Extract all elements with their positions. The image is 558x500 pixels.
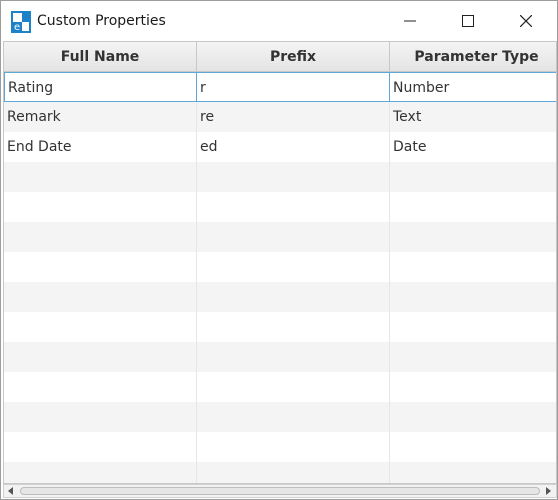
- table-row[interactable]: [4, 312, 556, 342]
- table-row[interactable]: [4, 462, 556, 483]
- minimize-button[interactable]: [387, 1, 433, 41]
- table-row[interactable]: [4, 402, 556, 432]
- table-row[interactable]: [4, 342, 556, 372]
- empty-cell[interactable]: [4, 252, 197, 282]
- column-header-parameter-type[interactable]: Parameter Type: [390, 42, 556, 72]
- custom-properties-window: e Custom Properties Full Name Prefix Par…: [0, 0, 558, 500]
- empty-cell[interactable]: [390, 282, 556, 312]
- empty-cell[interactable]: [390, 192, 556, 222]
- empty-cell[interactable]: [390, 162, 556, 192]
- table-row[interactable]: [4, 432, 556, 462]
- column-header-full-name[interactable]: Full Name: [4, 42, 197, 72]
- empty-cell[interactable]: [197, 282, 390, 312]
- close-icon: [520, 15, 532, 27]
- scrollbar-thumb[interactable]: [20, 487, 540, 495]
- empty-cell[interactable]: [197, 402, 390, 432]
- table-row[interactable]: [4, 222, 556, 252]
- table-row[interactable]: Rating r Number: [4, 72, 556, 102]
- empty-cell[interactable]: [197, 192, 390, 222]
- empty-cell[interactable]: [4, 462, 197, 483]
- empty-cell[interactable]: [4, 162, 197, 192]
- svg-text:e: e: [14, 22, 20, 33]
- empty-cell[interactable]: [390, 462, 556, 483]
- cell-prefix[interactable]: ed: [197, 132, 390, 162]
- empty-cell[interactable]: [4, 372, 197, 402]
- empty-cell[interactable]: [4, 222, 197, 252]
- cell-parameter-type[interactable]: Text: [390, 102, 556, 132]
- empty-cell[interactable]: [390, 252, 556, 282]
- scroll-left-icon[interactable]: [4, 485, 18, 497]
- empty-cell[interactable]: [197, 222, 390, 252]
- empty-cell[interactable]: [197, 252, 390, 282]
- empty-cell[interactable]: [390, 312, 556, 342]
- cell-full-name[interactable]: End Date: [4, 132, 197, 162]
- empty-cell[interactable]: [390, 342, 556, 372]
- empty-cell[interactable]: [197, 432, 390, 462]
- cell-prefix[interactable]: re: [197, 102, 390, 132]
- empty-cell[interactable]: [4, 402, 197, 432]
- empty-cell[interactable]: [4, 432, 197, 462]
- app-logo-icon: e: [11, 11, 31, 33]
- horizontal-scrollbar[interactable]: [3, 484, 557, 498]
- table-row[interactable]: [4, 162, 556, 192]
- empty-cell[interactable]: [197, 372, 390, 402]
- properties-table[interactable]: Full Name Prefix Parameter Type Rating r…: [3, 41, 557, 484]
- empty-cell[interactable]: [390, 402, 556, 432]
- cell-full-name[interactable]: Remark: [4, 102, 197, 132]
- table-row[interactable]: [4, 192, 556, 222]
- table-row[interactable]: [4, 252, 556, 282]
- cell-full-name[interactable]: Rating: [4, 72, 197, 102]
- table-row[interactable]: End Date ed Date: [4, 132, 556, 162]
- empty-cell[interactable]: [197, 162, 390, 192]
- empty-cell[interactable]: [4, 342, 197, 372]
- cell-prefix[interactable]: r: [197, 72, 390, 102]
- table-row[interactable]: [4, 372, 556, 402]
- empty-cell[interactable]: [197, 462, 390, 483]
- empty-cell[interactable]: [390, 222, 556, 252]
- window-title: Custom Properties: [37, 13, 166, 29]
- empty-cell[interactable]: [4, 282, 197, 312]
- scroll-right-icon[interactable]: [542, 485, 556, 497]
- title-bar[interactable]: e Custom Properties: [1, 1, 557, 41]
- empty-cell[interactable]: [4, 192, 197, 222]
- empty-cell[interactable]: [4, 312, 197, 342]
- minimize-icon: [404, 15, 416, 27]
- empty-cell[interactable]: [390, 432, 556, 462]
- empty-cell[interactable]: [390, 372, 556, 402]
- maximize-button[interactable]: [445, 1, 491, 41]
- table-body: Rating r Number Remark re Text End Date …: [4, 72, 556, 483]
- table-header: Full Name Prefix Parameter Type: [4, 42, 556, 72]
- maximize-icon: [462, 15, 474, 27]
- column-header-prefix[interactable]: Prefix: [197, 42, 390, 72]
- close-button[interactable]: [503, 1, 549, 41]
- empty-cell[interactable]: [197, 342, 390, 372]
- table-row[interactable]: [4, 282, 556, 312]
- table-row[interactable]: Remark re Text: [4, 102, 556, 132]
- cell-parameter-type[interactable]: Date: [390, 132, 556, 162]
- cell-parameter-type[interactable]: Number: [390, 72, 556, 102]
- empty-cell[interactable]: [197, 312, 390, 342]
